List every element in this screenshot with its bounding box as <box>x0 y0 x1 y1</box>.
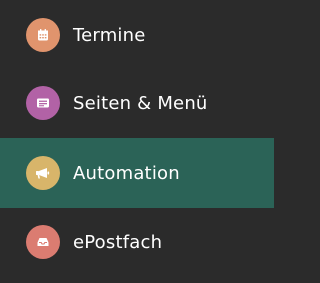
sidebar-menu: Termine Seiten & Menü Automation ePostfa… <box>0 0 274 283</box>
menu-card-icon <box>26 86 60 120</box>
megaphone-icon <box>26 156 60 190</box>
menu-item-label: Termine <box>73 24 146 46</box>
calendar-icon <box>26 18 60 52</box>
menu-item-epostfach[interactable]: ePostfach <box>0 207 274 277</box>
menu-item-label: Seiten & Menü <box>73 92 208 114</box>
menu-item-label: Automation <box>73 162 180 184</box>
menu-item-seiten-menu[interactable]: Seiten & Menü <box>0 68 274 138</box>
menu-item-termine[interactable]: Termine <box>0 0 274 70</box>
menu-item-label: ePostfach <box>73 231 163 253</box>
menu-item-automation[interactable]: Automation <box>0 138 274 208</box>
inbox-icon <box>26 225 60 259</box>
